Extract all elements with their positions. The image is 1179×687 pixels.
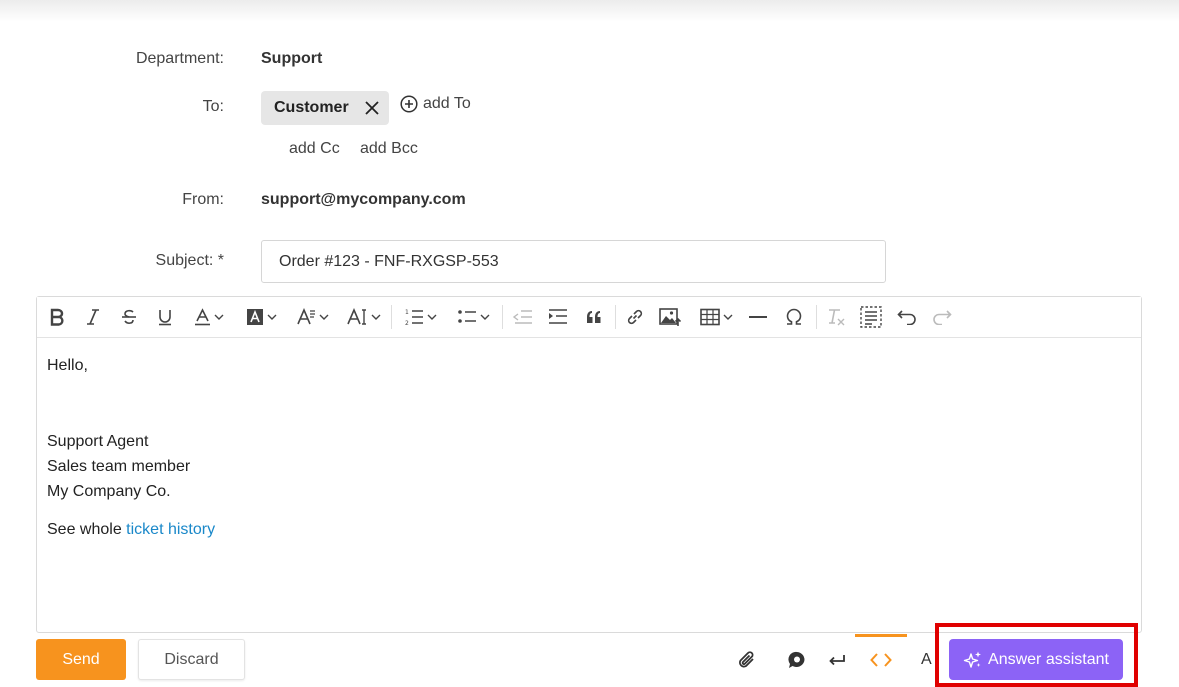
sparkle-icon [963,651,982,668]
empty-line [47,403,1131,429]
numbered-list-icon[interactable]: 12 [399,305,441,329]
show-blocks-icon[interactable] [859,305,883,329]
ticket-history-prefix: See whole [47,521,127,538]
ticket-history-link[interactable]: ticket history [126,521,215,538]
signature-line: Support Agent [47,433,149,450]
bulleted-list-icon[interactable] [452,305,494,329]
insert-table-icon[interactable] [695,305,737,329]
toolbar-separator [502,305,503,329]
strikethrough-icon[interactable] [118,305,140,329]
toolbar-separator [816,305,817,329]
plus-circle-icon [400,95,418,113]
code-view-icon[interactable] [868,647,894,673]
svg-text:1: 1 [405,309,409,316]
chat-bubble-icon[interactable] [784,647,810,673]
department-value: Support [261,50,323,67]
remove-recipient-icon[interactable] [363,99,381,117]
undo-icon[interactable] [895,305,919,329]
insert-image-icon[interactable] [658,305,682,329]
discard-button[interactable]: Discard [138,639,245,680]
send-button[interactable]: Send [36,639,126,680]
recipient-chip-label: Customer [274,99,349,116]
highlight-color-icon[interactable] [241,305,281,329]
add-bcc-link[interactable]: add Bcc [360,140,418,158]
add-cc-link[interactable]: add Cc [289,140,340,158]
add-to-button[interactable]: add To [400,95,471,113]
subject-label: Subject: * [155,252,224,269]
to-label: To: [202,98,224,115]
reply-icon[interactable] [824,647,850,673]
redo-icon[interactable] [930,305,954,329]
font-family-icon[interactable] [292,305,332,329]
bold-icon[interactable] [46,305,68,329]
answer-assistant-label: Answer assistant [988,650,1109,668]
special-characters-icon[interactable] [782,305,806,329]
svg-text:2: 2 [405,320,409,326]
message-editor: 12 Hello, Support Agent Sales team membe… [36,296,1142,633]
italic-icon[interactable] [82,305,104,329]
editor-content[interactable]: Hello, Support Agent Sales team member M… [37,339,1141,632]
underline-icon[interactable] [154,305,176,329]
indent-icon[interactable] [546,305,570,329]
font-color-icon[interactable] [189,305,229,329]
active-tab-indicator [855,634,907,637]
outdent-icon[interactable] [511,305,535,329]
toolbar-separator [615,305,616,329]
from-value: support@mycompany.com [261,191,466,208]
from-label: From: [182,191,224,208]
blockquote-icon[interactable] [582,305,606,329]
link-icon[interactable] [623,305,647,329]
add-to-label: add To [423,95,471,112]
empty-line [47,378,1131,403]
answer-assistant-button[interactable]: Answer assistant [949,639,1123,680]
attachment-icon[interactable] [734,647,760,673]
font-size-icon[interactable] [342,305,384,329]
toolbar-separator [391,305,392,329]
signature-line: My Company Co. [47,483,171,500]
ai-letter-button[interactable]: A [921,651,932,669]
signature-line: Sales team member [47,458,191,475]
recipient-chip-customer: Customer [261,91,389,125]
department-label: Department: [135,50,224,67]
greeting-text: Hello, [47,357,88,374]
ticket-history-line: See whole ticket history [47,517,1131,542]
horizontal-line-icon[interactable] [746,305,770,329]
remove-format-icon[interactable] [824,305,848,329]
top-shadow [0,0,1179,22]
subject-input[interactable] [261,240,886,283]
editor-toolbar: 12 [37,297,1141,338]
